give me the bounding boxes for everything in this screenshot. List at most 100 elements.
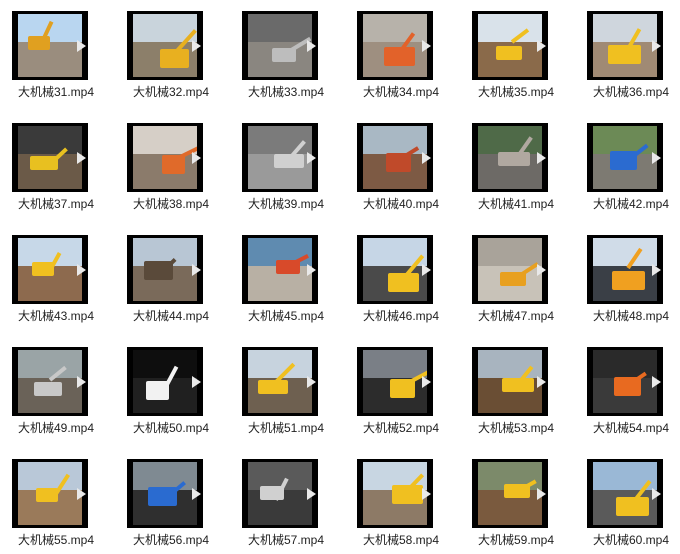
file-item[interactable]: 大机械44.mp4: [115, 229, 227, 329]
machine-shape: [390, 379, 415, 398]
machine-shape: [146, 381, 169, 400]
machine-shape: [608, 45, 641, 64]
thumbnail-image: [593, 462, 657, 525]
file-name: 大机械53.mp4: [477, 421, 555, 435]
video-thumbnail[interactable]: [12, 123, 88, 192]
file-item[interactable]: 大机械57.mp4: [230, 453, 342, 553]
thumbnail-image: [593, 14, 657, 77]
file-item[interactable]: 大机械46.mp4: [345, 229, 457, 329]
file-item[interactable]: 大机械33.mp4: [230, 5, 342, 105]
video-thumbnail[interactable]: [357, 235, 433, 304]
file-item[interactable]: 大机械43.mp4: [0, 229, 112, 329]
video-thumbnail[interactable]: [357, 459, 433, 528]
video-thumbnail[interactable]: [242, 235, 318, 304]
file-item[interactable]: 大机械31.mp4: [0, 5, 112, 105]
video-thumbnail[interactable]: [472, 123, 548, 192]
file-item[interactable]: 大机械45.mp4: [230, 229, 342, 329]
file-item[interactable]: 大机械41.mp4: [460, 117, 572, 217]
thumbnail-image: [363, 350, 427, 413]
machine-shape: [148, 487, 177, 506]
video-thumbnail[interactable]: [587, 459, 663, 528]
video-thumbnail[interactable]: [587, 123, 663, 192]
video-thumbnail[interactable]: [127, 459, 203, 528]
machine-shape: [502, 378, 534, 392]
file-item[interactable]: 大机械36.mp4: [575, 5, 680, 105]
file-item[interactable]: 大机械58.mp4: [345, 453, 457, 553]
file-item[interactable]: 大机械55.mp4: [0, 453, 112, 553]
file-name: 大机械58.mp4: [362, 533, 440, 547]
play-icon: [77, 151, 86, 164]
machine-shape: [144, 261, 173, 280]
video-thumbnail[interactable]: [12, 235, 88, 304]
video-thumbnail[interactable]: [357, 347, 433, 416]
video-thumbnail[interactable]: [127, 235, 203, 304]
thumbnail-image: [593, 350, 657, 413]
file-name: 大机械45.mp4: [247, 309, 325, 323]
file-item[interactable]: 大机械40.mp4: [345, 117, 457, 217]
play-icon: [422, 375, 431, 388]
file-item[interactable]: 大机械49.mp4: [0, 341, 112, 441]
play-icon: [192, 151, 201, 164]
video-thumbnail[interactable]: [127, 123, 203, 192]
file-name: 大机械32.mp4: [132, 85, 210, 99]
video-thumbnail[interactable]: [587, 235, 663, 304]
file-item[interactable]: 大机械52.mp4: [345, 341, 457, 441]
video-thumbnail[interactable]: [242, 347, 318, 416]
file-item[interactable]: 大机械53.mp4: [460, 341, 572, 441]
file-name: 大机械55.mp4: [17, 533, 95, 547]
machine-shape: [36, 488, 58, 502]
video-thumbnail[interactable]: [472, 235, 548, 304]
file-name: 大机械52.mp4: [362, 421, 440, 435]
video-thumbnail[interactable]: [472, 459, 548, 528]
file-item[interactable]: 大机械56.mp4: [115, 453, 227, 553]
thumbnail-image: [363, 126, 427, 189]
file-item[interactable]: 大机械50.mp4: [115, 341, 227, 441]
machine-shape: [28, 36, 50, 50]
video-thumbnail[interactable]: [127, 347, 203, 416]
file-item[interactable]: 大机械37.mp4: [0, 117, 112, 217]
file-name: 大机械57.mp4: [247, 533, 325, 547]
file-name: 大机械42.mp4: [592, 197, 670, 211]
thumbnail-image: [248, 350, 312, 413]
video-thumbnail[interactable]: [472, 11, 548, 80]
video-thumbnail[interactable]: [357, 11, 433, 80]
file-item[interactable]: 大机械47.mp4: [460, 229, 572, 329]
play-icon: [192, 39, 201, 52]
file-item[interactable]: 大机械39.mp4: [230, 117, 342, 217]
video-thumbnail[interactable]: [242, 459, 318, 528]
thumbnail-image: [133, 462, 197, 525]
video-thumbnail[interactable]: [472, 347, 548, 416]
video-thumbnail[interactable]: [357, 123, 433, 192]
file-name: 大机械37.mp4: [17, 197, 95, 211]
file-item[interactable]: 大机械32.mp4: [115, 5, 227, 105]
video-thumbnail[interactable]: [12, 347, 88, 416]
file-item[interactable]: 大机械51.mp4: [230, 341, 342, 441]
thumbnail-image: [593, 238, 657, 301]
machine-shape: [616, 497, 649, 516]
machine-shape: [498, 152, 530, 166]
machine-shape: [386, 153, 411, 172]
file-name: 大机械46.mp4: [362, 309, 440, 323]
play-icon: [307, 39, 316, 52]
video-thumbnail[interactable]: [12, 11, 88, 80]
machine-shape: [260, 486, 284, 500]
play-icon: [537, 39, 546, 52]
file-item[interactable]: 大机械59.mp4: [460, 453, 572, 553]
video-thumbnail[interactable]: [127, 11, 203, 80]
play-icon: [77, 487, 86, 500]
thumbnail-image: [248, 462, 312, 525]
file-item[interactable]: 大机械38.mp4: [115, 117, 227, 217]
file-item[interactable]: 大机械35.mp4: [460, 5, 572, 105]
file-item[interactable]: 大机械34.mp4: [345, 5, 457, 105]
video-thumbnail[interactable]: [12, 459, 88, 528]
video-thumbnail[interactable]: [587, 11, 663, 80]
file-item[interactable]: 大机械60.mp4: [575, 453, 680, 553]
video-thumbnail[interactable]: [242, 11, 318, 80]
video-thumbnail[interactable]: [587, 347, 663, 416]
video-thumbnail[interactable]: [242, 123, 318, 192]
file-item[interactable]: 大机械48.mp4: [575, 229, 680, 329]
file-item[interactable]: 大机械54.mp4: [575, 341, 680, 441]
file-item[interactable]: 大机械42.mp4: [575, 117, 680, 217]
file-name: 大机械43.mp4: [17, 309, 95, 323]
thumbnail-background: [478, 238, 542, 267]
